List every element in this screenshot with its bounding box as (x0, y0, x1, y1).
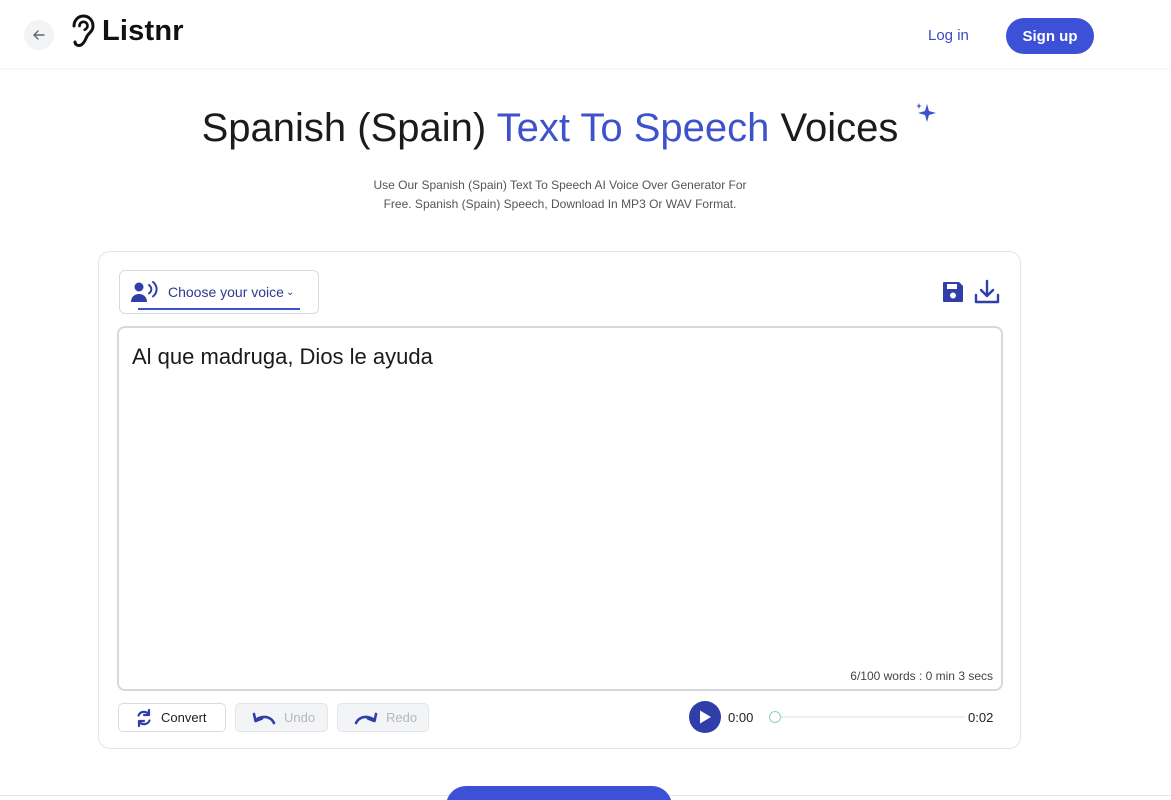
undo-icon (252, 712, 276, 724)
brand-name: Listnr (102, 14, 184, 47)
chevron-down-icon: ⌄ (285, 286, 295, 298)
page-subtitle: Use Our Spanish (Spain) Text To Speech A… (340, 176, 780, 214)
text-input-area[interactable]: Al que madruga, Dios le ayuda 6/100 word… (117, 326, 1003, 691)
page-title-part1: Spanish (Spain) (201, 106, 497, 150)
voice-select-underline (138, 308, 300, 310)
undo-button-label: Undo (284, 710, 316, 725)
redo-button[interactable]: Redo (337, 703, 429, 732)
arrow-left-icon (33, 30, 45, 40)
convert-button-label: Convert (161, 710, 207, 725)
subtitle-line-1: Use Our Spanish (Spain) Text To Speech A… (373, 178, 747, 192)
undo-button[interactable]: Undo (235, 703, 328, 732)
page-title-accent: Text To Speech (496, 106, 770, 150)
voice-select-label: Choose your voice (168, 284, 284, 300)
brand-logo[interactable]: Listnr (68, 12, 184, 50)
word-count: 6/100 words : 0 min 3 secs (850, 669, 993, 683)
top-navigation-bar: Listnr Log in Sign up (0, 0, 1171, 68)
total-time: 0:02 (968, 710, 994, 725)
play-button[interactable] (689, 701, 721, 733)
refresh-icon (137, 708, 151, 727)
page-title-part2: Voices (769, 106, 899, 150)
floppy-disk-icon[interactable] (941, 280, 965, 304)
sparkle-icon (916, 103, 936, 122)
play-icon (700, 710, 711, 724)
voice-select-dropdown[interactable]: Choose your voice ⌄ (119, 270, 319, 314)
current-time: 0:00 (728, 710, 754, 725)
download-icon[interactable] (973, 279, 1001, 305)
redo-button-label: Redo (386, 710, 418, 725)
editor-text: Al que madruga, Dios le ayuda (132, 344, 433, 369)
back-button[interactable] (24, 20, 54, 50)
bottom-cta-button[interactable] (446, 786, 672, 800)
tts-editor-card: Choose your voice ⌄ Al que madruga, Dios… (98, 251, 1021, 749)
login-link[interactable]: Log in (928, 27, 969, 44)
subtitle-line-2: Free. Spanish (Spain) Speech, Download I… (383, 197, 737, 211)
audio-progress-thumb[interactable] (769, 711, 781, 723)
redo-icon (354, 712, 378, 724)
convert-button[interactable]: Convert (118, 703, 226, 732)
signup-button[interactable]: Sign up (1006, 18, 1094, 54)
ear-icon (72, 14, 95, 48)
audio-progress-track[interactable] (775, 716, 965, 718)
speaker-person-icon (131, 281, 158, 302)
